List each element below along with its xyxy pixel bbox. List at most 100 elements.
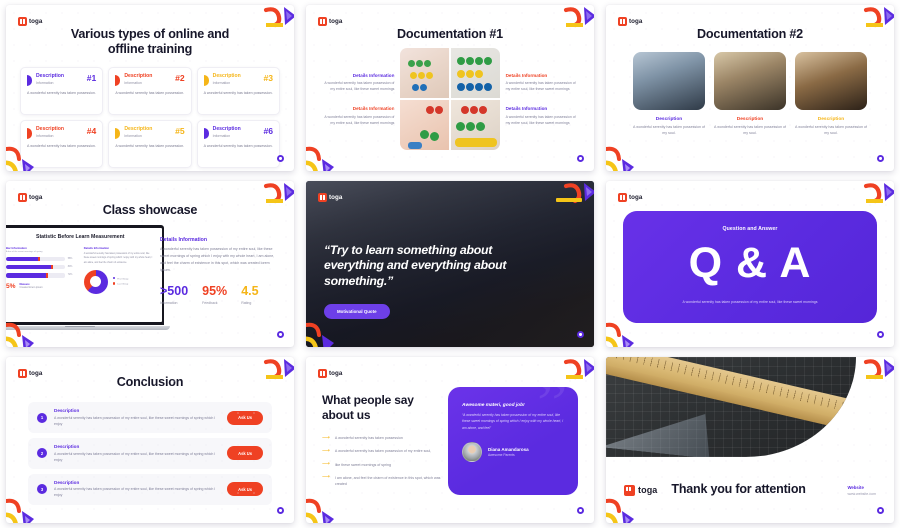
bar-track	[6, 272, 65, 278]
details-column-left: Details Information A wonderful serenity…	[320, 73, 394, 127]
photo-student-reading	[795, 52, 867, 111]
list-item: ⟶ A wonderful serenity has taken possess…	[322, 435, 444, 441]
page-title: What people say about us	[322, 393, 414, 422]
card-number: #6	[263, 125, 273, 136]
ask-us-button[interactable]: Ask Us	[227, 446, 263, 461]
logo-mark-icon	[318, 369, 327, 378]
page-indicator-dot[interactable]	[277, 331, 284, 338]
bar-track	[6, 256, 65, 262]
photo-abacus-3	[451, 100, 500, 151]
card-heading: Description	[212, 72, 241, 79]
card-number: #4	[86, 125, 97, 136]
photo-abacus-1	[400, 48, 449, 99]
item-body: A wonderful serenity has taken possessio…	[714, 125, 786, 136]
page-title: Various types of online and offline trai…	[70, 27, 230, 57]
feature-card[interactable]: Description Information #5 A wonderful s…	[108, 119, 192, 168]
page-indicator-dot[interactable]	[577, 331, 584, 338]
logo-mark-icon	[318, 17, 327, 26]
stat-item: 95% Feedback	[202, 285, 227, 305]
card-body: A wonderful serenity has taken possessio…	[115, 143, 185, 148]
logo-mark-icon	[18, 369, 27, 378]
bar-value: 80%	[67, 266, 73, 269]
triangle-ruler-shape	[606, 403, 714, 457]
bullet-text: like these sweet mornings of spring	[334, 462, 392, 467]
logo-text: toga	[329, 17, 343, 25]
feature-card[interactable]: Description Information #3 A wonderful s…	[196, 66, 280, 115]
slide-deck-grid: toga Various types of online and offline…	[0, 0, 900, 528]
slide-various-types[interactable]: toga Various types of online and offline…	[6, 5, 294, 171]
feature-card[interactable]: Description Information #1 A wonderful s…	[20, 66, 104, 115]
bar-row: 72%	[6, 272, 77, 278]
details-body: A wonderful serenity has taken possessio…	[324, 114, 395, 125]
card-subheading: Information	[212, 133, 231, 138]
arrow-right-icon: ⟶	[322, 434, 330, 441]
list-item[interactable]: 1 Description A wonderful serenity has t…	[28, 402, 272, 434]
stat-item: 4.5 Rating	[241, 285, 258, 305]
page-indicator-dot[interactable]	[277, 155, 284, 162]
list-item: ⟶ A wonderful serenity has taken possess…	[322, 448, 444, 454]
slide-conclusion[interactable]: toga Conclusion 1 Description A wonderfu…	[6, 357, 294, 523]
slide-quote[interactable]: toga “Try to learn something about every…	[306, 181, 594, 347]
website-url[interactable]: www.website.com	[847, 492, 876, 496]
logo-mark-icon	[318, 193, 327, 202]
logo-mark-icon	[18, 17, 27, 26]
details-body: A wonderful serenity has taken possessio…	[505, 114, 576, 125]
documentation-item[interactable]: Description A wonderful serenity has tak…	[714, 52, 786, 136]
list-item[interactable]: 2 Description A wonderful serenity has t…	[28, 438, 272, 469]
slide-thank-you[interactable]: toga Thank you for attention Website www…	[606, 357, 894, 523]
testimonial-card: Awesome materi, good job! “A wonderful s…	[448, 387, 578, 495]
ask-us-button[interactable]: Ask Us	[227, 410, 263, 425]
page-indicator-dot[interactable]	[877, 507, 884, 514]
slide-testimonial[interactable]: toga What people say about us ⟶ A wonder…	[306, 357, 594, 523]
page-indicator-dot[interactable]	[877, 331, 884, 338]
item-heading: Description	[54, 444, 80, 450]
logo: toga	[18, 369, 42, 378]
slide-class-showcase[interactable]: toga Class showcase Statistic Before Lea…	[6, 181, 294, 347]
slide-cell-7: toga Conclusion 1 Description A wonderfu…	[0, 352, 300, 528]
dashboard-big-stat: 5% Measure Created lorem ipsum	[6, 283, 77, 290]
leaf-icon	[115, 74, 121, 86]
card-body: A wonderful serenity has taken possessio…	[203, 143, 273, 148]
details-block: Details Information A wonderful serenity…	[320, 73, 394, 93]
feature-card[interactable]: Description Information #2 A wonderful s…	[108, 66, 192, 115]
feature-card[interactable]: Description Information #6 A wonderful s…	[196, 119, 280, 168]
website-info: Website www.website.com	[847, 485, 876, 496]
details-heading: Details Information	[352, 106, 395, 112]
slide-documentation-2[interactable]: toga Documentation #2 Description A wond…	[606, 5, 894, 171]
card-number: #5	[175, 125, 185, 136]
details-body: A wonderful serenity has taken possessio…	[160, 247, 275, 272]
bar-value: 58%	[67, 258, 73, 261]
bullet-text: I am alone, and feel the charm of existe…	[334, 475, 441, 487]
bar-tip	[45, 272, 49, 278]
photo-grid	[400, 48, 500, 151]
card-body: A wonderful serenity has taken possessio…	[115, 90, 185, 95]
card-subheading: Information	[124, 80, 142, 85]
logo: toga	[318, 193, 342, 202]
details-column-right: Details Information A wonderful serenity…	[506, 73, 580, 127]
page-indicator-dot[interactable]	[577, 155, 584, 162]
slide-documentation-1[interactable]: toga Documentation #1 Details Informatio…	[306, 5, 594, 171]
slide-cell-6: toga Question and Answer Q & A A wonderf…	[600, 176, 900, 352]
item-number: 1	[37, 412, 47, 423]
stat-value: 95%	[202, 284, 228, 298]
legend-label: First Group	[117, 278, 129, 281]
donut-chart-wrap: First Group Last Group	[83, 269, 155, 294]
slide-qa[interactable]: toga Question and Answer Q & A A wonderf…	[606, 181, 894, 347]
page-indicator-dot[interactable]	[877, 155, 884, 162]
corner-decoration-top-right	[563, 359, 594, 380]
corner-decoration-top-right	[263, 183, 294, 204]
ask-us-button[interactable]: Ask Us	[227, 482, 263, 497]
logo: toga	[618, 193, 642, 202]
page-indicator-dot[interactable]	[277, 507, 284, 514]
documentation-item[interactable]: Description A wonderful serenity has tak…	[795, 52, 867, 136]
showcase-details: Details Information A wonderful serenity…	[160, 237, 280, 305]
details-heading: Details Information	[352, 72, 395, 78]
list-item[interactable]: 3 Description A wonderful serenity has t…	[28, 473, 272, 505]
details-heading: Details Information	[160, 237, 207, 243]
leaf-icon	[203, 127, 209, 139]
legend-label: Last Group	[117, 283, 129, 286]
item-body: A wonderful serenity has taken possessio…	[54, 487, 216, 498]
documentation-item[interactable]: Description A wonderful serenity has tak…	[633, 52, 705, 136]
card-subheading: Information	[124, 133, 142, 138]
page-indicator-dot[interactable]	[577, 507, 584, 514]
